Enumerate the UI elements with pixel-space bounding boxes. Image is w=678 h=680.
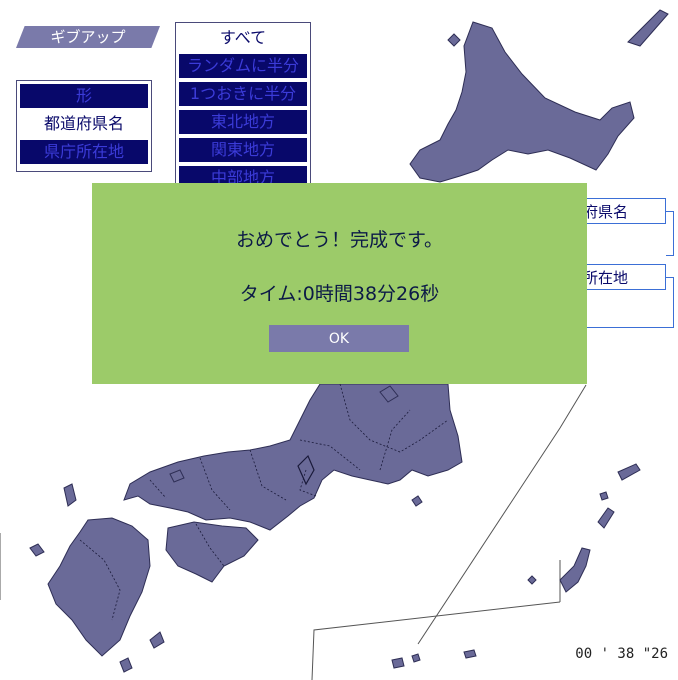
filter-option-every-other[interactable]: 1つおきに半分 <box>179 82 307 106</box>
label-connector <box>666 211 674 212</box>
label-connector <box>673 277 674 327</box>
island-ishigaki <box>391 657 405 669</box>
completion-time: タイム:0時間38分26秒 <box>239 283 440 305</box>
island-miyako <box>463 649 477 659</box>
filter-option-all[interactable]: すべて <box>179 26 307 50</box>
island-kuril <box>627 9 669 47</box>
filter-option-random-half[interactable]: ランダムに半分 <box>179 54 307 78</box>
mode-option-shape[interactable]: 形 <box>20 84 148 108</box>
label-connector <box>586 327 674 328</box>
elapsed-timer: 00 ' 38 "26 <box>575 646 668 662</box>
map-guide-line <box>311 601 561 680</box>
completion-message: おめでとう！完成です。 <box>235 229 444 251</box>
island-amami-inset <box>617 463 641 481</box>
region-hokkaido <box>409 21 635 183</box>
island-amami <box>119 657 133 673</box>
region-shikoku <box>165 521 259 583</box>
island-goto <box>29 543 45 557</box>
island-okinawa-north <box>597 507 615 529</box>
label-capital[interactable]: 所在地 <box>576 264 666 290</box>
region-kyushu <box>47 517 151 657</box>
island-ogasawara <box>527 575 537 585</box>
mode-panel: 形 都道府県名 県庁所在地 <box>16 80 152 172</box>
island-tsushima <box>63 483 77 507</box>
label-connector <box>673 211 674 255</box>
completion-dialog: おめでとう！完成です。 タイム:0時間38分26秒 OK <box>92 183 587 384</box>
label-connector <box>666 277 674 278</box>
island-izu <box>411 495 423 507</box>
island-yonaguni <box>411 653 421 663</box>
island-small-inset <box>599 491 609 501</box>
filter-panel: すべて ランダムに半分 1つおきに半分 東北地方 関東地方 中部地方 <box>175 22 311 192</box>
label-prefecture-name[interactable]: 府県名 <box>576 198 666 224</box>
island-tanegashima <box>149 631 165 649</box>
filter-option-kanto[interactable]: 関東地方 <box>179 138 307 162</box>
mode-option-prefecture-name[interactable]: 都道府県名 <box>20 112 148 136</box>
label-connector <box>666 255 674 256</box>
mode-option-capital[interactable]: 県庁所在地 <box>20 140 148 164</box>
filter-option-tohoku[interactable]: 東北地方 <box>179 110 307 134</box>
giveup-button[interactable]: ギブアップ <box>16 26 160 48</box>
ok-button[interactable]: OK <box>269 325 409 352</box>
island-rishiri <box>447 33 461 47</box>
region-honshu <box>123 383 463 531</box>
region-okinawa <box>559 547 591 593</box>
